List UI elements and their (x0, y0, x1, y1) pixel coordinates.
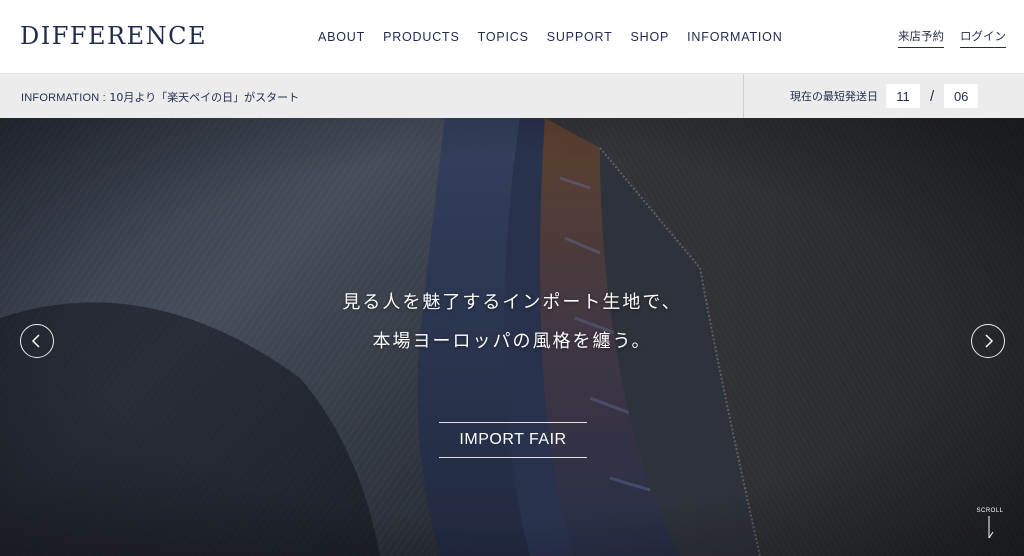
shipping-date-label: 現在の最短発送日 (790, 90, 878, 103)
nav-products[interactable]: PRODUCTS (383, 30, 460, 44)
site-header: DIFFERENCE ABOUT PRODUCTS TOPICS SUPPORT… (0, 0, 1024, 74)
nav-about[interactable]: ABOUT (318, 30, 365, 44)
shipping-day: 06 (944, 84, 979, 108)
chevron-left-icon (31, 334, 40, 348)
nav-support[interactable]: SUPPORT (547, 30, 613, 44)
nav-shop[interactable]: SHOP (631, 30, 670, 44)
login-link[interactable]: ログイン (960, 28, 1006, 48)
prev-slide-button[interactable] (20, 324, 54, 358)
nav-topics[interactable]: TOPICS (478, 30, 529, 44)
shipping-date: 現在の最短発送日 11 / 06 (790, 84, 979, 108)
date-separator: / (930, 87, 935, 105)
info-announcement[interactable]: INFORMATION : 10月より「楽天ペイの日」がスタート (21, 89, 299, 105)
hero-headline-line2: 本場ヨーロッパの風格を纏う。 (372, 331, 652, 352)
nav-information[interactable]: INFORMATION (687, 30, 782, 44)
chevron-right-icon (985, 334, 994, 348)
utility-links: 来店予約 ログイン (898, 28, 1006, 48)
info-label: INFORMATION : (21, 92, 106, 104)
info-bar: INFORMATION : 10月より「楽天ペイの日」がスタート 現在の最短発送… (0, 74, 1024, 118)
hero-headline-line1: 見る人を魅了するインポート生地で、 (342, 292, 682, 313)
hero-slider: 見る人を魅了するインポート生地で、 本場ヨーロッパの風格を纏う。 IMPORT … (0, 118, 1024, 556)
reservation-link[interactable]: 来店予約 (898, 28, 944, 48)
site-logo[interactable]: DIFFERENCE (20, 22, 207, 50)
arrow-down-icon (988, 516, 994, 539)
import-fair-button[interactable]: IMPORT FAIR (439, 422, 587, 458)
main-nav: ABOUT PRODUCTS TOPICS SUPPORT SHOP INFOR… (318, 30, 801, 44)
info-message[interactable]: 10月より「楽天ペイの日」がスタート (109, 91, 299, 104)
next-slide-button[interactable] (971, 324, 1005, 358)
scroll-indicator[interactable]: SCROLL (974, 508, 1006, 544)
info-divider (743, 74, 744, 118)
shipping-month: 11 (886, 84, 920, 108)
